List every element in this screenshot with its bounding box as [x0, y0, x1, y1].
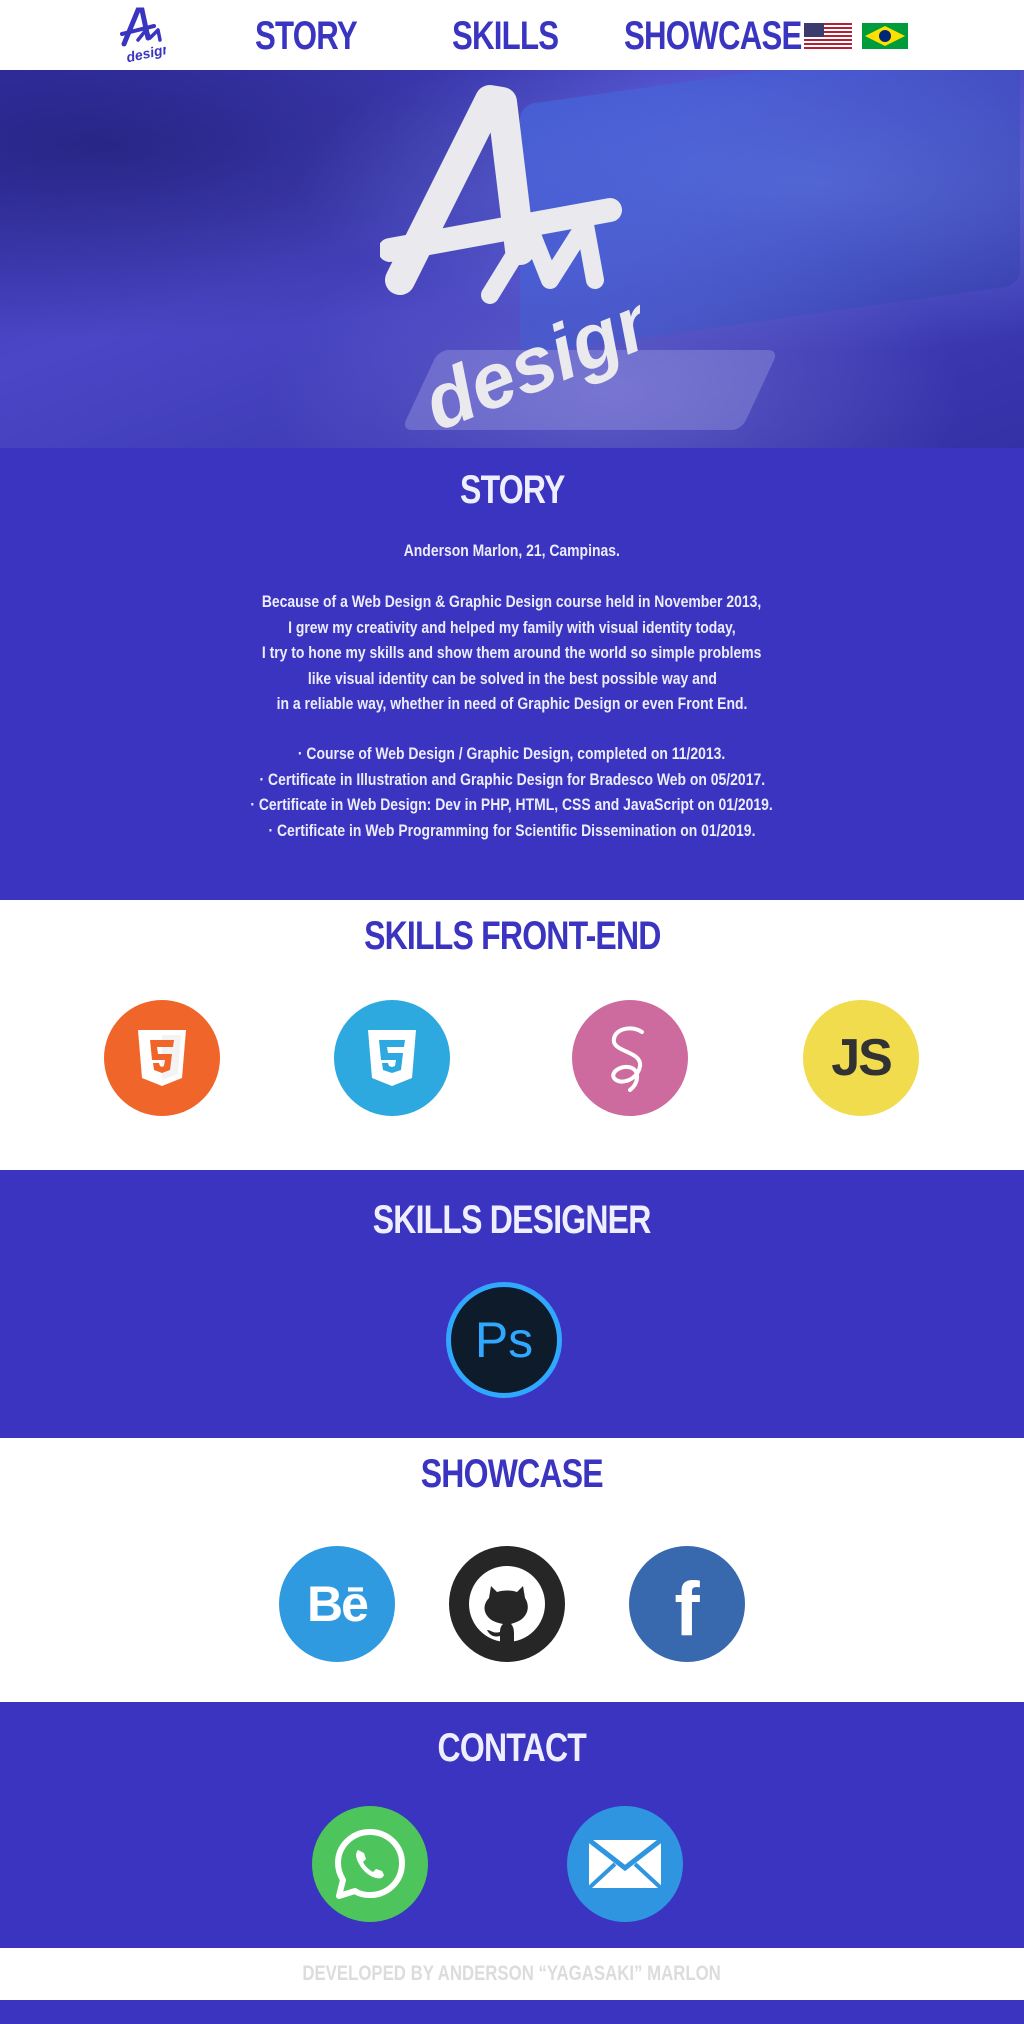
whatsapp-button[interactable] [312, 1806, 428, 1922]
photoshop-icon: Ps [474, 1312, 534, 1368]
github-icon [469, 1566, 545, 1642]
story-title: STORY [459, 468, 565, 512]
list-item: · Certificate in Web Programming for Sci… [268, 820, 756, 840]
nav-link-skills[interactable]: SKILLS [452, 12, 559, 60]
us-flag-icon[interactable] [804, 23, 852, 49]
contact-section: CONTACT [0, 1702, 1024, 1948]
showcase-section: SHOWCASE Bē f [0, 1438, 1024, 1702]
html5-icon [138, 1030, 186, 1086]
story-intro: Anderson Marlon, 21, Campinas. [403, 541, 621, 560]
svg-text:design: design [411, 272, 640, 430]
email-icon [587, 1838, 663, 1890]
am-design-logo[interactable]: design [118, 4, 166, 64]
nav-link-showcase[interactable]: SHOWCASE [624, 12, 802, 60]
am-design-hero-logo: design [380, 85, 640, 430]
contact-title: CONTACT [437, 1726, 587, 1770]
top-navbar: design STORY SKILLS SHOWCASE [0, 0, 1024, 70]
footer: DEVELOPED BY ANDERSON “YAGASAKI” MARLON [0, 1948, 1024, 2000]
behance-link[interactable]: Bē [279, 1546, 395, 1662]
skills-designer-title: SKILLS DESIGNER [373, 1198, 652, 1242]
svg-text:design: design [125, 40, 166, 64]
html5-skill-badge[interactable] [104, 1000, 220, 1116]
brazil-flag-icon[interactable] [862, 23, 908, 49]
skills-designer-section: SKILLS DESIGNER Ps [0, 1170, 1024, 1438]
skills-frontend-title: SKILLS FRONT-END [363, 914, 661, 958]
email-button[interactable] [567, 1806, 683, 1922]
list-item: · Certificate in Illustration and Graphi… [259, 769, 765, 789]
facebook-icon: f [674, 1567, 700, 1652]
github-link[interactable] [449, 1546, 565, 1662]
css3-skill-badge[interactable] [334, 1000, 450, 1116]
story-paragraph: Because of a Web Design & Graphic Design… [262, 592, 762, 713]
whatsapp-icon [335, 1829, 405, 1899]
skills-frontend-section: SKILLS FRONT-END JS [0, 900, 1024, 1170]
footer-credit: DEVELOPED BY ANDERSON “YAGASAKI” MARLON [302, 1962, 722, 1985]
behance-icon: Bē [307, 1576, 369, 1632]
story-section: STORY Anderson Marlon, 21, Campinas. Bec… [0, 448, 1024, 900]
hero-banner: design [0, 70, 1024, 448]
css3-icon [368, 1030, 416, 1086]
javascript-icon: JS [831, 1029, 893, 1087]
story-certificates: · Course of Web Design / Graphic Design,… [0, 741, 1024, 843]
sass-icon [611, 1026, 644, 1092]
list-item: · Certificate in Web Design: Dev in PHP,… [250, 795, 774, 814]
javascript-skill-badge[interactable]: JS [803, 1000, 919, 1116]
list-item: · Course of Web Design / Graphic Design,… [298, 744, 726, 763]
bottom-bar [0, 2000, 1024, 2024]
facebook-link[interactable]: f [629, 1546, 745, 1662]
photoshop-skill-badge[interactable]: Ps [446, 1282, 562, 1398]
nav-link-story[interactable]: STORY [255, 12, 358, 60]
showcase-title: SHOWCASE [420, 1452, 604, 1496]
sass-skill-badge[interactable] [572, 1000, 688, 1116]
